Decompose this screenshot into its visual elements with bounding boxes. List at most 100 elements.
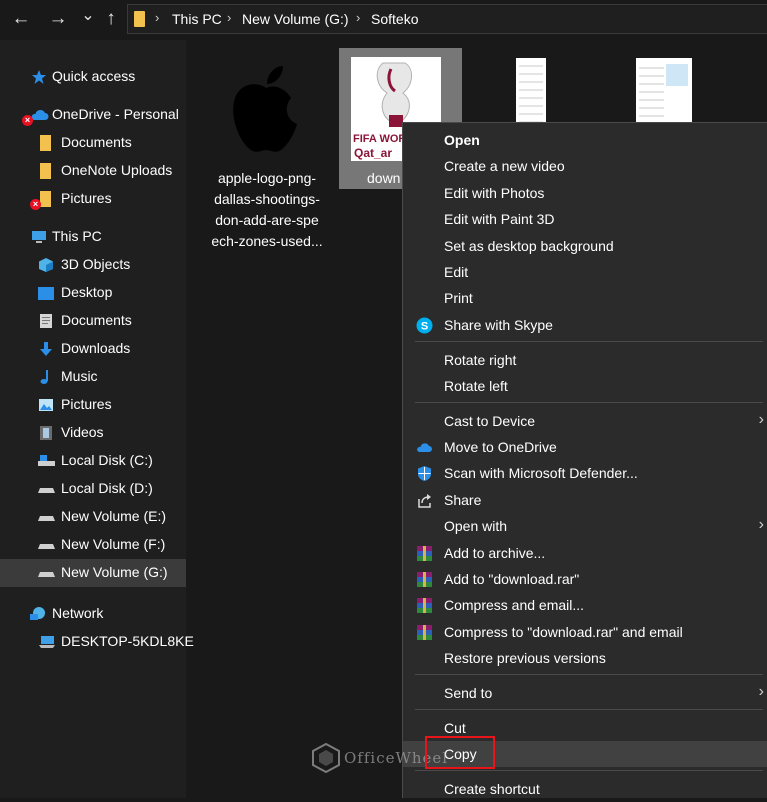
sidebar-item-new-volume-e[interactable]: New Volume (E:)	[0, 503, 186, 531]
menu-item-add-to-download-rar[interactable]: Add to "download.rar"	[403, 566, 767, 592]
folder-icon	[40, 191, 51, 207]
drive-icon	[38, 572, 55, 577]
menu-item-cast-to-device[interactable]: Cast to Device ›	[403, 408, 767, 434]
star-icon	[32, 70, 46, 84]
sidebar-item-onedrive[interactable]: × OneDrive - Personal	[0, 101, 186, 129]
menu-item-restore-previous-versions[interactable]: Restore previous versions	[403, 645, 767, 671]
menu-item-create-new-video[interactable]: Create a new video	[403, 153, 767, 179]
breadcrumb-softeko[interactable]: Softeko	[371, 11, 418, 27]
menu-item-compress-to-download-rar-and-email[interactable]: Compress to "download.rar" and email	[403, 619, 767, 645]
copy-highlight-box	[425, 736, 495, 769]
breadcrumb-new-volume-g[interactable]: New Volume (G:)	[242, 11, 349, 27]
menu-item-set-desktop-background[interactable]: Set as desktop background	[403, 233, 767, 259]
menu-item-label: Edit	[444, 264, 469, 280]
menu-item-scan-with-defender[interactable]: Scan with Microsoft Defender...	[403, 460, 767, 486]
menu-separator	[415, 709, 763, 710]
menu-item-add-to-archive[interactable]: Add to archive...	[403, 540, 767, 566]
sidebar-item-videos[interactable]: Videos	[0, 419, 186, 447]
apple-logo-thumbnail	[233, 66, 297, 152]
menu-separator	[415, 674, 763, 675]
sidebar-item-local-disk-d[interactable]: Local Disk (D:)	[0, 475, 186, 503]
sidebar-item-label: This PC	[52, 228, 102, 244]
menu-item-rotate-right[interactable]: Rotate right	[403, 347, 767, 373]
file-name-line: dallas-shootings-	[214, 191, 320, 207]
up-arrow-icon[interactable]: ↑	[99, 6, 123, 32]
sidebar-item-desktop[interactable]: Desktop	[0, 279, 186, 307]
menu-item-create-shortcut[interactable]: Create shortcut	[403, 776, 767, 802]
sidebar-item-label: New Volume (F:)	[61, 536, 166, 552]
breadcrumb-this-pc[interactable]: This PC	[172, 11, 222, 27]
menu-item-label: Add to archive...	[444, 545, 546, 561]
network-icon	[30, 607, 45, 620]
menu-item-share-with-skype[interactable]: S Share with Skype	[403, 312, 767, 338]
menu-item-move-to-onedrive[interactable]: Move to OneDrive	[403, 434, 767, 460]
menu-item-label: Set as desktop background	[444, 238, 614, 254]
sidebar-item-pictures[interactable]: Pictures	[0, 391, 186, 419]
menu-item-rotate-left[interactable]: Rotate left	[403, 373, 767, 399]
winrar-icon	[417, 625, 432, 640]
sidebar-item-3d-objects[interactable]: 3D Objects	[0, 251, 186, 279]
skype-icon: S	[416, 317, 433, 334]
menu-item-edit-with-photos[interactable]: Edit with Photos	[403, 180, 767, 206]
menu-item-edit[interactable]: Edit	[403, 259, 767, 285]
menu-item-label: Rotate right	[444, 352, 517, 368]
menu-item-label: Move to OneDrive	[444, 439, 557, 455]
sidebar-item-label: Pictures	[61, 190, 112, 206]
menu-item-send-to[interactable]: Send to ›	[403, 680, 767, 706]
computer-icon	[32, 231, 46, 243]
cube-icon	[39, 258, 53, 272]
sidebar-item-downloads[interactable]: Downloads	[0, 335, 186, 363]
sidebar-item-new-volume-g[interactable]: New Volume (G:)	[0, 559, 186, 587]
sidebar-item-onedrive-documents[interactable]: Documents	[0, 129, 186, 157]
menu-item-label: Rotate left	[444, 378, 508, 394]
recent-locations-chevron-icon[interactable]: ⌄	[76, 3, 100, 29]
winrar-icon	[417, 572, 432, 587]
menu-item-share[interactable]: Share	[403, 487, 767, 513]
sidebar-item-this-pc[interactable]: This PC	[0, 223, 186, 251]
sidebar-item-onenote-uploads[interactable]: OneNote Uploads	[0, 157, 186, 185]
sidebar-item-label: Quick access	[52, 68, 136, 84]
sidebar-item-desktop-5kdl8ke[interactable]: DESKTOP-5KDL8KE	[0, 628, 194, 656]
sidebar-item-label: Local Disk (D:)	[61, 480, 153, 496]
submenu-chevron-icon: ›	[758, 516, 764, 533]
menu-separator	[415, 770, 763, 771]
sidebar-item-local-disk-c[interactable]: Local Disk (C:)	[0, 447, 186, 475]
menu-item-open-with[interactable]: Open with ›	[403, 513, 767, 539]
menu-item-label: Edit with Paint 3D	[444, 211, 555, 227]
menu-item-print[interactable]: Print	[403, 285, 767, 311]
menu-item-label: Compress to "download.rar" and email	[444, 624, 683, 640]
sidebar-item-label: Videos	[61, 424, 104, 440]
back-arrow-icon[interactable]: ←	[9, 6, 33, 32]
download-arrow-icon	[40, 342, 52, 356]
top-navigation-bar: ← → ⌄ ↑ › This PC › New Volume (G:) › So…	[0, 0, 767, 40]
sidebar-item-label: Network	[52, 605, 104, 621]
sidebar-item-network[interactable]: Network	[0, 600, 186, 628]
menu-item-label: Open	[444, 132, 480, 148]
menu-item-open[interactable]: Open	[403, 127, 767, 153]
menu-item-compress-and-email[interactable]: Compress and email...	[403, 592, 767, 618]
sidebar-item-onedrive-pictures[interactable]: × Pictures	[0, 185, 186, 213]
sidebar-item-quick-access[interactable]: Quick access	[0, 63, 186, 91]
context-menu: Open Create a new video Edit with Photos…	[402, 122, 767, 798]
menu-item-label: Scan with Microsoft Defender...	[444, 465, 638, 481]
sidebar-item-label: Local Disk (C:)	[61, 452, 153, 468]
sidebar-item-documents[interactable]: Documents	[0, 307, 186, 335]
file-name: apple-logo-png- dallas-shootings- don-ad…	[206, 168, 328, 252]
error-badge-icon: ×	[22, 115, 33, 126]
desktop-icon	[38, 287, 54, 300]
menu-item-label: Send to	[444, 685, 493, 701]
submenu-chevron-icon: ›	[758, 683, 764, 700]
file-name-line: ech-zones-used...	[211, 233, 323, 249]
menu-item-edit-with-paint-3d[interactable]: Edit with Paint 3D	[403, 206, 767, 232]
sidebar-item-label: Documents	[61, 312, 132, 328]
sidebar-item-label: 3D Objects	[61, 256, 131, 272]
sidebar-item-music[interactable]: Music	[0, 363, 186, 391]
watermark-logo-icon	[312, 743, 340, 773]
winrar-icon	[417, 598, 432, 613]
menu-item-label: Cast to Device	[444, 413, 536, 429]
folder-icon	[40, 163, 51, 179]
address-bar[interactable]: › This PC › New Volume (G:) › Softeko	[127, 4, 767, 34]
menu-item-label: Cut	[444, 720, 466, 736]
forward-arrow-icon[interactable]: →	[46, 6, 70, 32]
sidebar-item-new-volume-f[interactable]: New Volume (F:)	[0, 531, 186, 559]
